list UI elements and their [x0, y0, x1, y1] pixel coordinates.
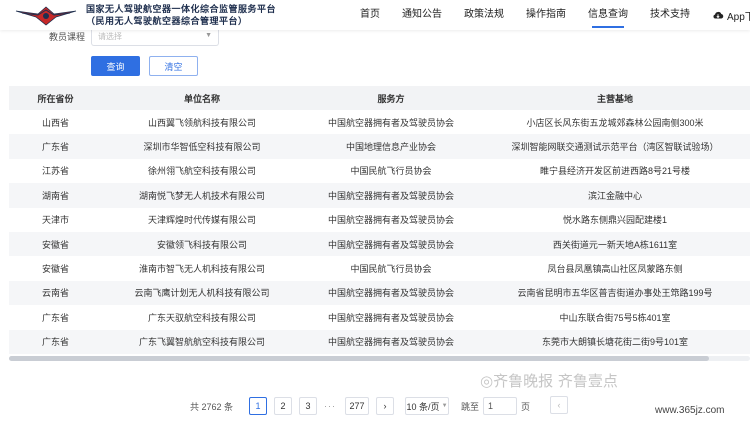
cell-province: 安徽省 — [41, 239, 69, 250]
app-download-link[interactable]: App下载 — [712, 8, 750, 23]
cell-province: 广东省 — [41, 337, 69, 348]
cell-company: 徐州翎飞航空科技有限公司 — [147, 166, 256, 177]
pagination: 共 2762 条 ‹ 1 2 3 ··· 277 › 10 条/页 ▼ 跳至 1… — [190, 396, 568, 416]
next-page-button[interactable]: › — [376, 397, 395, 415]
cell-base: 悦水路东侧鼎兴园配建楼1 — [562, 215, 667, 226]
nav-policies[interactable]: 政策法规 — [464, 0, 504, 30]
column-header-company: 单位名称 — [183, 93, 220, 104]
scrollbar-thumb[interactable] — [9, 356, 709, 361]
chevron-down-icon: ▼ — [205, 32, 212, 39]
column-header-province: 所在省份 — [37, 93, 74, 104]
table-row: 广东省 广东飞翼智航航空科技有限公司 中国航空器拥有者及驾驶员协会 东莞市大朗镇… — [9, 329, 750, 354]
page-size-select[interactable]: 10 条/页 ▼ — [405, 397, 450, 415]
cell-base: 云南省昆明市五华区普吉街道办事处王筇路199号 — [517, 288, 713, 299]
cell-service: 中国航空器拥有者及驾驶员协会 — [327, 190, 454, 201]
cell-service: 中国地理信息产业协会 — [345, 142, 436, 153]
course-filter-select[interactable]: 请选择 ▼ — [91, 28, 219, 46]
jump-page-input[interactable]: 1 — [483, 397, 518, 415]
cell-service: 中国民航飞行员协会 — [350, 264, 432, 275]
cell-service: 中国航空器拥有者及驾驶员协会 — [327, 215, 454, 226]
platform-title: 国家无人驾驶航空器一体化综合监管服务平台 — [86, 4, 277, 14]
page-3-button[interactable]: 3 — [299, 397, 318, 415]
caac-logo-icon — [15, 6, 77, 26]
table-row: 广东省 广东天驭航空科技有限公司 中国航空器拥有者及驾驶员协会 中山东联合街75… — [9, 305, 750, 329]
page-ellipsis[interactable]: ··· — [324, 401, 336, 411]
results-table: 所在省份 单位名称 服务方 主营基地 山西省 山西翼飞领航科技有限公司 中国航空… — [9, 86, 750, 354]
cell-base: 凤台县凤凰镇高山社区凤蒙路东侧 — [547, 264, 683, 275]
cell-province: 云南省 — [41, 288, 69, 299]
watermark: ◎齐鲁晚报 齐鲁壹点 — [480, 372, 618, 390]
page-size-value: 10 条/页 — [406, 401, 440, 412]
cell-province: 江苏省 — [41, 166, 69, 177]
watermark-url: www.365jz.com — [655, 405, 725, 416]
top-header: 国家无人驾驶航空器一体化综合监管服务平台 （民用无人驾驶航空器综合管理平台） 首… — [0, 0, 750, 30]
cell-company: 安徽领飞科技有限公司 — [156, 239, 247, 250]
page-suffix: 页 — [521, 401, 531, 412]
table-row: 广东省 深圳市华智低空科技有限公司 中国地理信息产业协会 深圳智能网联交通测试示… — [9, 134, 750, 159]
table-row: 天津市 天津辉煌时代传媒有限公司 中国航空器拥有者及驾驶员协会 悦水路东侧鼎兴园… — [9, 208, 750, 232]
prev-page-button[interactable]: ‹ — [550, 396, 568, 414]
table-row: 安徽省 安徽领飞科技有限公司 中国航空器拥有者及驾驶员协会 西关街道元一新天地A… — [9, 231, 750, 257]
cell-province: 湖南省 — [41, 190, 69, 201]
cell-province: 安徽省 — [41, 264, 69, 275]
cell-company: 广东飞翼智航航空科技有限公司 — [138, 337, 265, 348]
cell-base: 中山东联合街75号5栋401室 — [559, 312, 671, 323]
platform-subtitle: （民用无人驾驶航空器综合管理平台） — [86, 16, 248, 26]
app-download-label: App下载 — [727, 11, 750, 23]
cell-service: 中国航空器拥有者及驾驶员协会 — [327, 337, 454, 348]
column-header-base: 主营基地 — [596, 93, 633, 104]
cell-company: 湖南悦飞梦无人机技术有限公司 — [138, 190, 265, 201]
table-header: 所在省份 单位名称 服务方 主营基地 — [9, 86, 750, 110]
cell-province: 天津市 — [41, 215, 69, 226]
table-row: 云南省 云南飞鹰计划无人机科技有限公司 中国航空器拥有者及驾驶员协会 云南省昆明… — [9, 280, 750, 306]
cell-base: 深圳智能网联交通测试示范平台（湾区智联试验场） — [511, 142, 719, 153]
cell-province: 广东省 — [41, 312, 69, 323]
cell-company: 天津辉煌时代传媒有限公司 — [147, 215, 256, 226]
chevron-down-icon: ▼ — [441, 403, 448, 409]
nav-home[interactable]: 首页 — [360, 0, 380, 30]
column-header-service: 服务方 — [377, 93, 405, 104]
query-button[interactable]: 查询 — [91, 56, 140, 76]
nav-support[interactable]: 技术支持 — [650, 0, 690, 30]
jump-label: 跳至 — [461, 401, 480, 412]
cell-company: 广东天驭航空科技有限公司 — [147, 312, 256, 323]
cell-service: 中国民航飞行员协会 — [350, 166, 432, 177]
course-filter-placeholder: 请选择 — [98, 32, 122, 41]
cell-base: 西关街道元一新天地A栋1611室 — [552, 239, 678, 250]
cell-company: 山西翼飞领航科技有限公司 — [147, 117, 256, 128]
table-horizontal-scrollbar[interactable] — [9, 356, 750, 361]
cell-base: 睢宁县经济开发区前进西路8号21号楼 — [539, 166, 691, 177]
cell-company: 深圳市华智低空科技有限公司 — [143, 142, 261, 153]
last-page-button[interactable]: 277 — [345, 397, 370, 415]
table-row: 江苏省 徐州翎飞航空科技有限公司 中国民航飞行员协会 睢宁县经济开发区前进西路8… — [9, 159, 750, 183]
cell-base: 东莞市大朗镇长塘花街二街9号101室 — [541, 337, 689, 348]
cell-service: 中国航空器拥有者及驾驶员协会 — [327, 312, 454, 323]
cloud-download-icon — [713, 11, 724, 19]
page-2-button[interactable]: 2 — [274, 397, 293, 415]
course-filter-label: 教员课程 — [49, 32, 86, 42]
cell-base: 滨江金融中心 — [587, 190, 642, 201]
cell-company: 云南飞鹰计划无人机科技有限公司 — [134, 288, 270, 299]
cell-company: 淮南市智飞无人机科技有限公司 — [138, 264, 265, 275]
table-row: 山西省 山西翼飞领航科技有限公司 中国航空器拥有者及驾驶员协会 小店区长风东街五… — [9, 110, 750, 134]
nav-info-query[interactable]: 信息查询 — [588, 0, 628, 30]
table-row: 湖南省 湖南悦飞梦无人机技术有限公司 中国航空器拥有者及驾驶员协会 滨江金融中心 — [9, 183, 750, 208]
cell-province: 山西省 — [41, 117, 69, 128]
nav-guide[interactable]: 操作指南 — [526, 0, 566, 30]
table-row: 安徽省 淮南市智飞无人机科技有限公司 中国民航飞行员协会 凤台县凤凰镇高山社区凤… — [9, 256, 750, 280]
cell-service: 中国航空器拥有者及驾驶员协会 — [327, 117, 454, 128]
cell-province: 广东省 — [41, 142, 69, 153]
main-nav: 首页 通知公告 政策法规 操作指南 信息查询 技术支持 App下载 — [360, 0, 750, 30]
cell-service: 中国航空器拥有者及驾驶员协会 — [327, 239, 454, 250]
cell-service: 中国航空器拥有者及驾驶员协会 — [327, 288, 454, 299]
clear-button[interactable]: 清空 — [149, 56, 198, 76]
total-count: 共 2762 条 — [190, 401, 234, 412]
nav-notices[interactable]: 通知公告 — [402, 0, 442, 30]
cell-base: 小店区长风东街五龙城郊森林公园南侧300米 — [526, 117, 704, 128]
page-1-button[interactable]: 1 — [249, 397, 268, 415]
